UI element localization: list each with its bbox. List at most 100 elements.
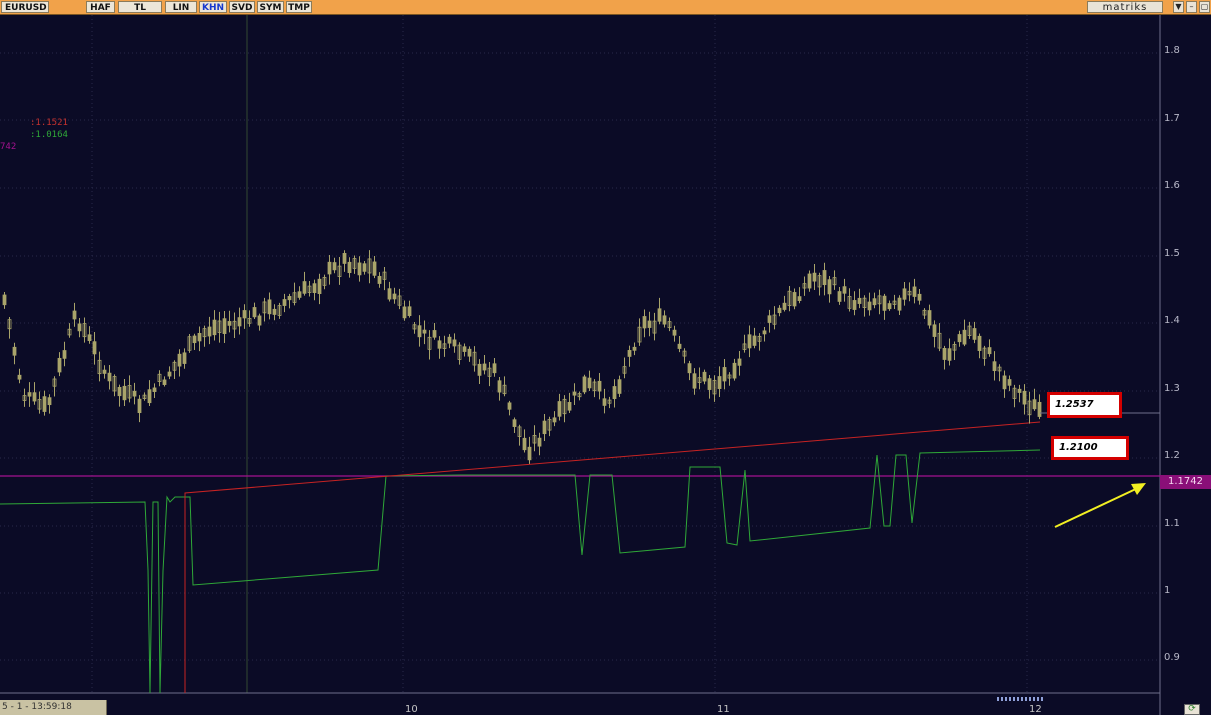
candle-body [147,389,152,404]
candle-body [807,273,812,289]
candle-body [537,437,542,447]
candle-body [917,293,922,301]
candle-body [557,401,562,417]
candle-body [572,391,577,396]
candle-body [107,372,112,382]
candle-body [647,320,652,328]
candle-body [492,363,497,374]
y-tick-label: 1.3 [1164,383,1180,394]
candle-body [722,367,727,382]
price-tag: 1.1742 [1160,475,1211,489]
candle-body [477,363,482,376]
x-tick-label: 11 [717,704,730,715]
candle-body [612,386,617,400]
candle-body [87,334,92,342]
candle-body [932,324,937,337]
candle-body [702,371,707,382]
refresh-icon[interactable]: ⟳ [1184,704,1200,715]
candle-body [957,334,962,343]
candle-body [512,419,517,427]
candle-body [482,363,487,371]
y-tick-label: 1.4 [1164,315,1180,326]
tool-sym-button[interactable]: SYM [257,1,284,13]
candle-body [117,386,122,397]
red-indicator-value: :1.1521 [30,118,68,128]
candle-body [287,296,292,301]
tool-svd-button[interactable]: SVD [229,1,255,13]
candle-body [137,398,142,414]
x-tick-label: 12 [1029,704,1042,715]
candle-body [227,321,232,326]
candle-body [167,371,172,377]
candle-body [717,376,722,389]
candle-body [62,350,67,359]
candle-body [927,310,932,326]
candle-body [377,275,382,284]
candle-body [207,326,212,337]
tool-haf-button[interactable]: HAF [86,1,115,13]
candle-body [687,363,692,374]
candle-body [447,336,452,344]
candle-body [582,376,587,393]
candle-body [852,300,857,310]
candle-body [357,262,362,276]
candle-body [197,332,202,342]
candle-body [902,288,907,300]
candle-body [437,340,442,349]
candle-body [47,397,52,406]
candle-body [242,310,247,319]
candle-body [762,330,767,335]
candle-body [842,286,847,294]
candle-body [2,294,7,306]
candle-body [962,329,967,345]
candle-body [602,398,607,406]
candle-body [452,339,457,347]
candle-body [417,325,422,338]
price-chart[interactable] [0,15,1211,715]
candlestick-series [2,250,1042,464]
candle-body [662,315,667,325]
candle-body [792,292,797,307]
candle-body [797,296,802,302]
candle-body [497,380,502,393]
lower-value-box: 1.2100 [1051,436,1129,460]
candle-body [12,346,17,356]
tool-khn-button[interactable]: KHN [199,1,227,13]
candle-body [972,328,977,340]
dropdown-icon[interactable]: ▼ [1173,1,1184,13]
y-tick-label: 1.5 [1164,248,1180,259]
red-indicator-line [184,421,1041,693]
candle-body [132,390,137,397]
candle-body [237,317,242,327]
candle-body [837,291,842,302]
candle-body [272,308,277,315]
candle-body [822,270,827,286]
candle-body [732,362,737,379]
candle-body [707,378,712,390]
y-tick-label: 0.9 [1164,652,1180,663]
candle-body [1032,399,1037,410]
minimize-icon[interactable]: – [1186,1,1197,13]
scroll-indicator[interactable] [997,697,1043,701]
candle-body [467,348,472,357]
candle-body [297,291,302,298]
candle-body [867,301,872,311]
candle-body [1007,379,1012,386]
candle-body [942,348,947,360]
tool-lin-button[interactable]: LIN [165,1,197,13]
candle-body [192,335,197,344]
upper-value-box: 1.2537 [1047,392,1122,418]
candle-body [392,293,397,300]
candle-body [672,329,677,336]
candle-body [32,392,37,402]
symbol-field[interactable]: EURUSD [1,1,49,13]
candle-body [1002,375,1007,390]
tool-tmp-button[interactable]: TMP [286,1,312,13]
tool-tl-button[interactable]: TL [118,1,162,13]
candle-body [407,306,412,317]
candle-body [617,379,622,394]
candle-body [1022,390,1027,405]
x-tick-label: 10 [405,704,418,715]
maximize-icon[interactable]: ▢ [1199,1,1210,13]
candle-body [657,308,662,322]
